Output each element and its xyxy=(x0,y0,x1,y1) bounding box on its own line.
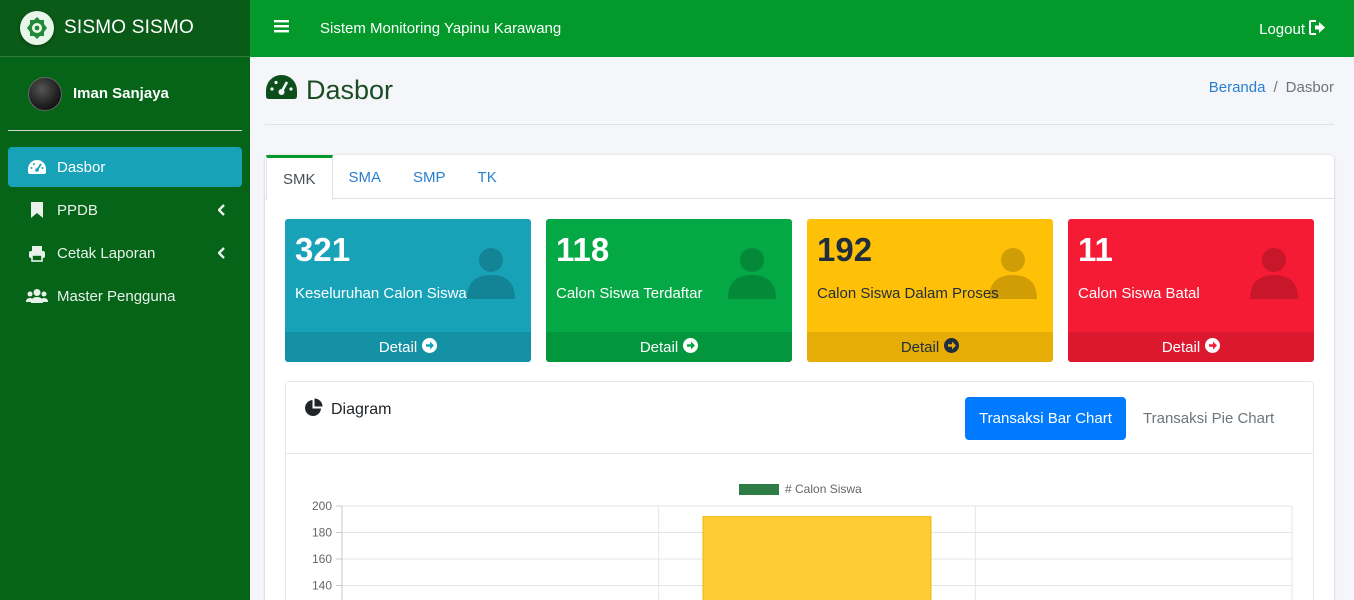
tab-smp[interactable]: SMP xyxy=(397,155,462,199)
stat-box-terdaftar: 118 Calon Siswa Terdaftar Detail xyxy=(546,219,792,362)
users-icon xyxy=(26,288,48,304)
stat-value: 11 xyxy=(1078,231,1113,268)
stat-label: Keseluruhan Calon Siswa xyxy=(295,285,467,302)
sidebar-item-master-pengguna[interactable]: Master Pengguna xyxy=(8,276,242,316)
detail-link[interactable]: Detail xyxy=(546,332,792,362)
stat-box-keseluruhan: 321 Keseluruhan Calon Siswa Detail xyxy=(285,219,531,362)
arrow-circle-right-icon xyxy=(1205,337,1221,357)
user-name[interactable]: Iman Sanjaya xyxy=(73,85,169,102)
tab-smk[interactable]: SMK xyxy=(266,155,333,200)
detail-link[interactable]: Detail xyxy=(1068,332,1314,362)
pie-chart-tab-button[interactable]: Transaksi Pie Chart xyxy=(1143,397,1274,440)
tab-tk[interactable]: TK xyxy=(462,155,513,199)
school-tabs: SMK SMA SMP TK xyxy=(265,155,1334,200)
detail-label: Detail xyxy=(1161,338,1201,356)
diagram-card: Diagram Transaksi Bar Chart Transaksi Pi… xyxy=(285,381,1314,600)
diagram-title-text: Diagram xyxy=(331,401,392,418)
detail-link[interactable]: Detail xyxy=(807,332,1053,362)
sidebar: SISMO SISMO Iman Sanjaya Dasbor PPDB Cet… xyxy=(0,0,250,600)
arrow-circle-right-icon xyxy=(944,337,960,357)
tachometer-icon xyxy=(26,159,48,175)
breadcrumb: Beranda / Dasbor xyxy=(1209,79,1334,96)
breadcrumb-current: Dasbor xyxy=(1285,79,1334,96)
arrow-circle-right-icon xyxy=(683,337,699,357)
app-title: Sistem Monitoring Yapinu Karawang xyxy=(320,20,562,37)
stat-box-batal: 11 Calon Siswa Batal Detail xyxy=(1068,219,1314,362)
logout-label: Logout xyxy=(1259,21,1305,38)
sidebar-nav: Dasbor PPDB Cetak Laporan Master Penggun… xyxy=(0,131,250,316)
sidebar-item-label: Master Pengguna xyxy=(57,287,176,305)
tachometer-icon xyxy=(265,74,298,107)
y-tick-label: 160 xyxy=(312,552,332,566)
printer-icon xyxy=(26,245,48,262)
stat-label: Calon Siswa Terdaftar xyxy=(556,285,703,302)
top-navbar: Sistem Monitoring Yapinu Karawang Logout xyxy=(250,0,1354,57)
sidebar-item-label: Cetak Laporan xyxy=(57,244,156,262)
stat-value: 118 xyxy=(556,231,610,268)
chevron-left-icon xyxy=(217,246,226,263)
bookmark-icon xyxy=(26,201,48,219)
stat-box-dalam-proses: 192 Calon Siswa Dalam Proses Detail xyxy=(807,219,1053,362)
legend-swatch xyxy=(739,484,779,495)
pie-chart-icon xyxy=(304,398,323,422)
page-header: Dasbor xyxy=(265,74,393,107)
stat-boxes: 321 Keseluruhan Calon Siswa Detail 118 C… xyxy=(285,219,1314,362)
detail-label: Detail xyxy=(900,338,940,356)
bar-chart: # Calon Siswa 200 180 160 140 xyxy=(312,482,1293,600)
legend-label: # Calon Siswa xyxy=(785,482,862,496)
tab-sma[interactable]: SMA xyxy=(333,155,398,199)
sidebar-item-label: PPDB xyxy=(57,201,98,219)
dashboard-card: SMK SMA SMP TK 321 Keseluruhan Calon Sis… xyxy=(265,155,1334,600)
user-icon xyxy=(985,243,1041,304)
menu-icon[interactable] xyxy=(274,19,290,38)
stat-label: Calon Siswa Dalam Proses xyxy=(817,285,999,302)
logout-button[interactable]: Logout xyxy=(1259,20,1326,39)
sidebar-item-dasbor[interactable]: Dasbor xyxy=(8,147,242,187)
stat-label: Calon Siswa Batal xyxy=(1078,285,1200,302)
y-tick-label: 180 xyxy=(312,526,332,540)
detail-label: Detail xyxy=(378,338,418,356)
brand[interactable]: SISMO SISMO xyxy=(0,0,250,57)
sidebar-item-ppdb[interactable]: PPDB xyxy=(8,190,242,230)
user-icon xyxy=(463,243,519,304)
stat-value: 192 xyxy=(817,231,873,268)
chevron-left-icon xyxy=(217,203,226,220)
detail-link[interactable]: Detail xyxy=(285,332,531,362)
user-panel[interactable]: Iman Sanjaya xyxy=(8,57,242,131)
stat-value: 321 xyxy=(295,231,351,268)
sidebar-item-label: Dasbor xyxy=(57,158,106,176)
divider xyxy=(265,124,1334,125)
y-tick-label: 200 xyxy=(312,499,332,513)
arrow-circle-right-icon xyxy=(422,337,438,357)
user-icon xyxy=(1246,243,1302,304)
diagram-title: Diagram xyxy=(304,398,391,422)
avatar[interactable] xyxy=(28,76,62,111)
logo-icon xyxy=(20,11,54,45)
detail-label: Detail xyxy=(639,338,679,356)
y-tick-label: 140 xyxy=(312,579,332,593)
bar-chart-tab-button[interactable]: Transaksi Bar Chart xyxy=(965,397,1126,440)
user-icon xyxy=(724,243,780,304)
diagram-header: Diagram Transaksi Bar Chart Transaksi Pi… xyxy=(286,382,1313,454)
sidebar-item-cetak-laporan[interactable]: Cetak Laporan xyxy=(8,233,242,273)
sign-out-icon xyxy=(1309,20,1326,39)
breadcrumb-home-link[interactable]: Beranda xyxy=(1209,79,1266,96)
brand-title: SISMO SISMO xyxy=(64,17,194,38)
bar xyxy=(702,516,932,600)
breadcrumb-separator: / xyxy=(1273,79,1278,96)
page-title: Dasbor xyxy=(306,75,394,105)
